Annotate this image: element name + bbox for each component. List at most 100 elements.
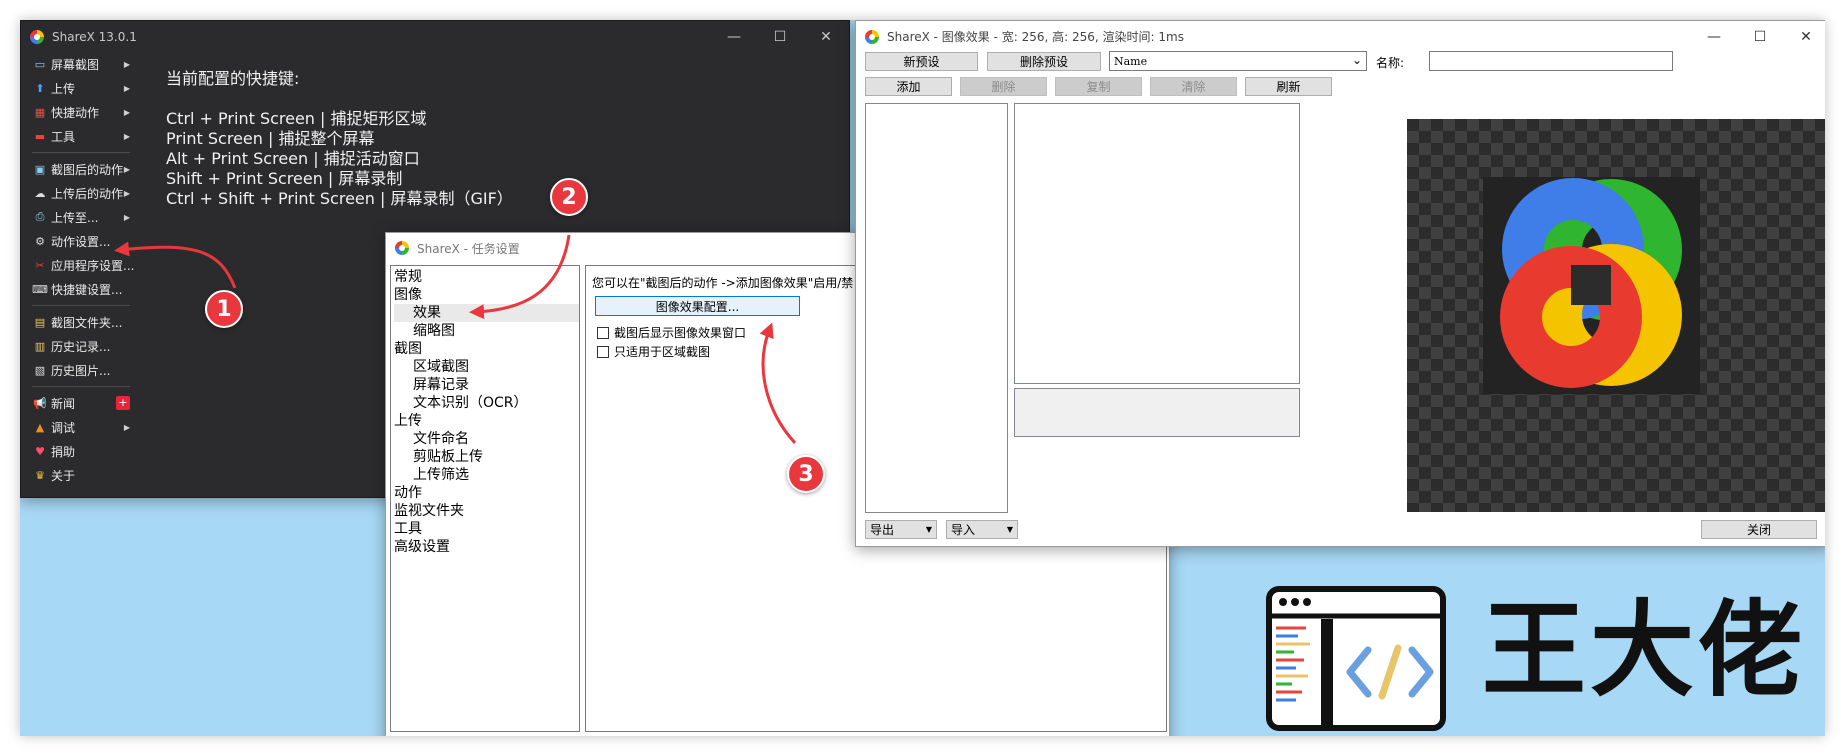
tree-node[interactable]: 截图 [394,340,579,358]
fx-titlebar[interactable]: ShareX - 图像效果 - 宽: 256, 高: 256, 渲染时间: 1m… [856,21,1825,52]
tree-node[interactable]: 图像 [394,286,579,304]
history-icon: ▥ [34,339,46,353]
sharex-logo-preview [1483,177,1700,394]
menu-item-label: 屏幕截图 [51,57,100,72]
menu-item[interactable]: ⚙ 动作设置... [21,229,136,253]
fx-window-title: ShareX - 图像效果 - 宽: 256, 高: 256, 渲染时间: 1m… [887,30,1184,44]
grid-icon: ▦ [34,105,46,119]
submenu-arrow-icon: ▶ [123,212,130,222]
menu-item[interactable]: ☁ 上传后的动作 ▶ [21,181,136,205]
maximize-button[interactable]: ☐ [1737,21,1783,52]
menu-separator [32,305,130,306]
image-history-icon: ▧ [34,363,46,377]
menu-item[interactable]: ▥ 历史记录... [21,334,136,358]
submenu-arrow-icon: ▶ [123,188,130,198]
menu-item[interactable]: 📢 新闻 + [21,391,136,415]
menu-item[interactable]: ▤ 截图文件夹... [21,310,136,334]
close-button[interactable]: ✕ [803,21,849,52]
menu-item-label: 快捷键设置... [51,282,123,297]
menu-item[interactable]: ♥ 捐助 [21,439,136,463]
effect-properties-panel[interactable] [1014,388,1300,437]
main-titlebar[interactable]: ShareX 13.0.1 — ☐ ✕ [21,21,849,52]
menu-item[interactable]: ✂ 应用程序设置... [21,253,136,277]
menu-item[interactable]: ⌨ 快捷键设置... [21,277,136,301]
image-effects-config-button[interactable]: 图像效果配置... [595,296,800,316]
menu-item-label: 上传后的动作 [51,186,124,201]
annotation-marker-2: 2 [550,178,588,216]
image-effects-window: ShareX - 图像效果 - 宽: 256, 高: 256, 渲染时间: 1m… [855,20,1825,547]
maximize-button[interactable]: ☐ [757,21,803,52]
menu-item-label: 截图后的动作 [51,162,124,177]
submenu-arrow-icon: ▶ [123,107,130,117]
presets-list[interactable] [865,103,1008,513]
preset-select[interactable]: Name ⌄ [1109,51,1367,71]
tree-node[interactable]: 监视文件夹 [394,502,579,520]
tree-node[interactable]: 工具 [394,520,579,538]
menu-item-label: 关于 [51,468,76,483]
megaphone-icon: 📢 [33,396,47,410]
news-badge: + [116,396,130,410]
show-effects-window-checkbox[interactable]: 截图后显示图像效果窗口 [597,324,746,341]
tree-node[interactable]: 区域截图 [394,358,579,376]
export-dropdown[interactable]: 导出 ▼ [865,520,937,539]
hotkey-line: Print Screen | 捕捉整个屏幕 [166,129,375,148]
tree-node[interactable]: 动作 [394,484,579,502]
menu-item[interactable]: ▭ 屏幕截图 ▶ [21,52,136,76]
watermark-text: 王大佬 [1482,589,1807,711]
menu-item[interactable]: ▧ 历史图片... [21,358,136,382]
tree-node[interactable]: 上传筛选 [394,466,579,484]
tree-node[interactable]: 文件命名 [394,430,579,448]
delete-preset-button[interactable]: 删除预设 [987,52,1101,71]
tree-node[interactable]: 剪贴板上传 [394,448,579,466]
traffic-cone-icon: ▲ [35,420,45,434]
menu-item-label: 调试 [51,420,76,435]
menu-item-label: 新闻 [51,396,76,411]
tree-node[interactable]: 效果 [394,304,579,322]
effects-list[interactable] [1014,103,1300,384]
remove-effect-button[interactable]: 删除 [960,77,1047,96]
checkbox-box[interactable] [597,326,609,339]
new-preset-button[interactable]: 新预设 [865,52,978,71]
desktop: ShareX 13.0.1 — ☐ ✕ ▭ 屏幕截图 ▶ ⬆ 上传 ▶ ▦ 快捷动作 ▶ ▬ 工具 ▶… [20,20,1825,736]
duplicate-effect-button[interactable]: 复制 [1055,77,1142,96]
minimize-button[interactable]: — [1691,21,1737,52]
checkbox-box[interactable] [597,345,609,358]
main-menu: ▭ 屏幕截图 ▶ ⬆ 上传 ▶ ▦ 快捷动作 ▶ ▬ 工具 ▶ ▣ 截图后的动作 ▶ ☁ 上传后的动作 ▶ ⎙ 上传至… [21,52,136,487]
tree-node[interactable]: 高级设置 [394,538,579,556]
main-window-title: ShareX 13.0.1 [52,29,137,44]
menu-item[interactable]: ♛ 关于 [21,463,136,487]
checkbox-label: 截图后显示图像效果窗口 [614,326,747,340]
menu-item-label: 快捷动作 [51,105,100,120]
tree-node[interactable]: 上传 [394,412,579,430]
preset-name-input[interactable] [1429,51,1673,71]
heart-icon: ♥ [35,444,45,458]
region-only-checkbox[interactable]: 只适用于区域截图 [597,343,710,360]
close-dialog-button[interactable]: 关闭 [1701,520,1817,539]
caret-down-icon: ▼ [925,525,932,534]
annotation-marker-3: 3 [787,455,825,493]
submenu-arrow-icon: ▶ [123,131,130,141]
name-label: 名称: [1376,56,1405,70]
minimize-button[interactable]: — [711,21,757,52]
import-dropdown[interactable]: 导入 ▼ [946,520,1018,539]
tree-node[interactable]: 缩略图 [394,322,579,340]
menu-item-label: 应用程序设置... [51,258,135,273]
clear-effects-button[interactable]: 清除 [1150,77,1237,96]
settings-tree: 常规 图像 效果 缩略图 截图 区域截图 屏幕记录 文本识别（OCR） 上传 文件命名 剪贴板上传上… [390,265,580,732]
close-button[interactable]: ✕ [1783,21,1825,52]
tree-node[interactable]: 屏幕记录 [394,376,579,394]
hotkeys-title: 当前配置的快捷键: [166,69,300,88]
cloud-upload-icon: ☁ [34,186,46,200]
menu-item[interactable]: ▬ 工具 ▶ [21,124,136,148]
menu-item[interactable]: ▣ 截图后的动作 ▶ [21,157,136,181]
sharex-logo-icon [865,29,879,44]
menu-item[interactable]: ▲ 调试 ▶ [21,415,136,439]
menu-item[interactable]: ⎙ 上传至... ▶ [21,205,136,229]
menu-item-label: 捐助 [51,444,76,459]
tree-node[interactable]: 文本识别（OCR） [394,394,579,412]
menu-item[interactable]: ⬆ 上传 ▶ [21,76,136,100]
refresh-button[interactable]: 刷新 [1245,77,1332,96]
menu-item[interactable]: ▦ 快捷动作 ▶ [21,100,136,124]
add-effect-button[interactable]: 添加 [865,77,952,96]
tree-node[interactable]: 常规 [394,268,579,286]
